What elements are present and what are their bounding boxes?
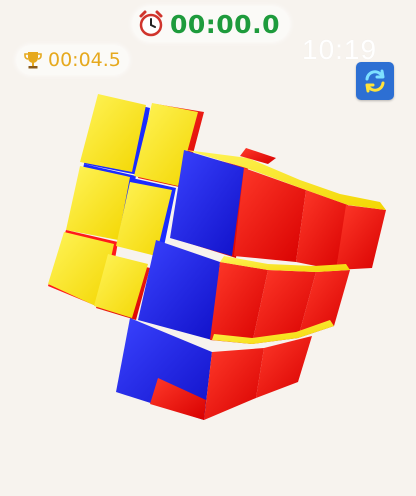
- timer: 00:00.0: [132, 6, 290, 42]
- best-time-value: 00:04.5: [48, 49, 121, 71]
- reset-button[interactable]: [356, 62, 394, 100]
- timer-value: 00:00.0: [170, 9, 280, 39]
- trophy-icon: [24, 52, 42, 69]
- alarm-clock-icon: [139, 10, 163, 37]
- best-time: 00:04.5: [16, 45, 129, 75]
- rotate-cube-icon: [365, 69, 385, 93]
